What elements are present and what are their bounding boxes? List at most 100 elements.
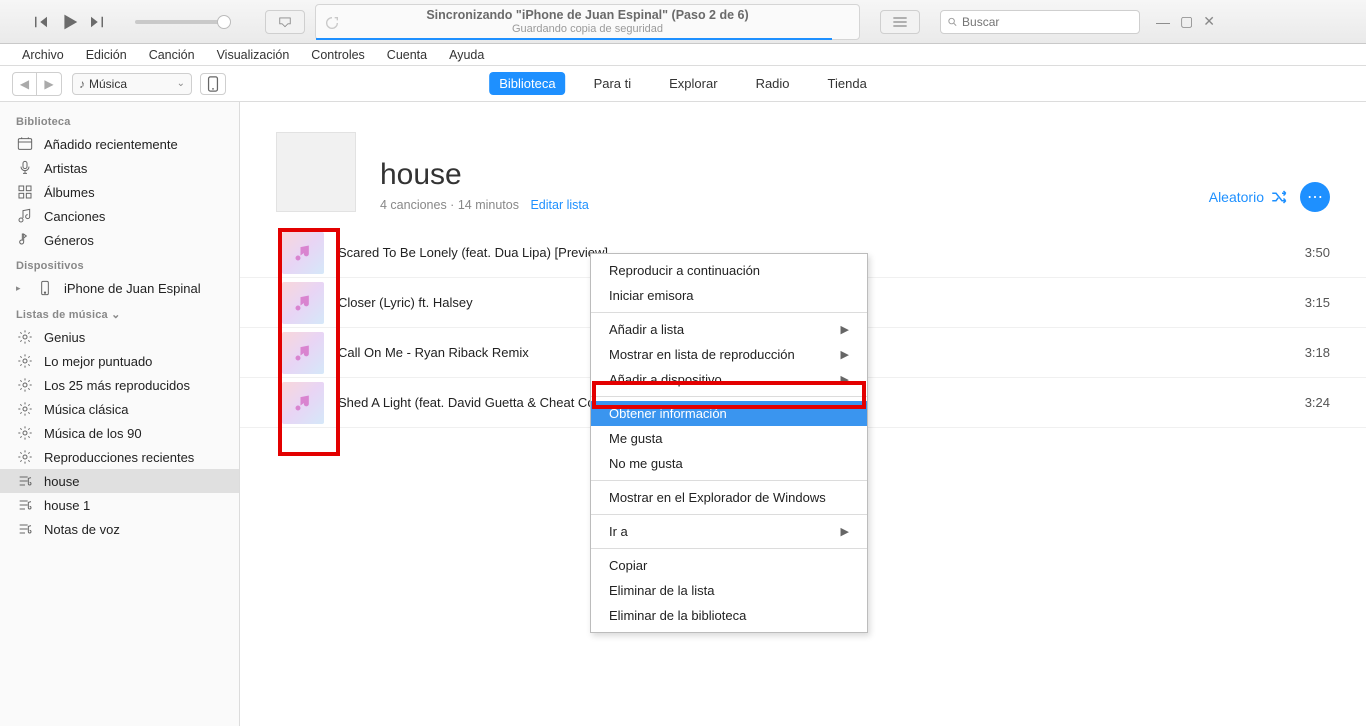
context-item-label: Añadir a lista — [609, 322, 684, 337]
tab-explorar[interactable]: Explorar — [659, 72, 727, 95]
sidebar-header-library: Biblioteca — [0, 108, 239, 132]
tab-biblioteca[interactable]: Biblioteca — [489, 72, 565, 95]
context-item-iniciar-emisora[interactable]: Iniciar emisora — [591, 283, 867, 308]
sidebar-library-artistas[interactable]: Artistas — [0, 156, 239, 180]
song-title: Call On Me - Ryan Riback Remix — [338, 345, 529, 360]
sidebar-library-géneros[interactable]: Géneros — [0, 228, 239, 252]
context-item-añadir-a-lista[interactable]: Añadir a lista▶ — [591, 317, 867, 342]
device-button[interactable] — [200, 73, 226, 95]
volume-slider[interactable] — [135, 20, 225, 24]
sync-progress — [316, 38, 832, 40]
menu-controles[interactable]: Controles — [301, 46, 375, 64]
sidebar-item-label: Reproducciones recientes — [44, 450, 194, 465]
sidebar-item-label: Lo mejor puntuado — [44, 354, 152, 369]
edit-playlist-link[interactable]: Editar lista — [530, 198, 588, 212]
context-item-copiar[interactable]: Copiar — [591, 553, 867, 578]
context-item-label: Mostrar en lista de reproducción — [609, 347, 795, 362]
window-controls: — ▢ ✕ — [1156, 13, 1215, 30]
tab-radio[interactable]: Radio — [746, 72, 800, 95]
context-item-me-gusta[interactable]: Me gusta — [591, 426, 867, 451]
playlist-title: house — [380, 158, 589, 192]
sidebar-playlist-house[interactable]: house — [0, 469, 239, 493]
sidebar-item-label: Géneros — [44, 233, 94, 248]
more-button[interactable]: ⋯ — [1300, 182, 1330, 212]
sidebar-library-canciones[interactable]: Canciones — [0, 204, 239, 228]
status-lcd: Sincronizando "iPhone de Juan Espinal" (… — [315, 4, 860, 40]
context-item-eliminar-de-la-biblioteca[interactable]: Eliminar de la biblioteca — [591, 603, 867, 628]
sidebar-playlist-los-25-más-reproducidos[interactable]: Los 25 más reproducidos — [0, 373, 239, 397]
search-input[interactable] — [962, 15, 1133, 29]
close-button[interactable]: ✕ — [1203, 13, 1215, 30]
sidebar-item-label: Música clásica — [44, 402, 129, 417]
context-item-mostrar-en-lista-de-reproducción[interactable]: Mostrar en lista de reproducción▶ — [591, 342, 867, 367]
tab-para ti[interactable]: Para ti — [584, 72, 642, 95]
tab-tienda[interactable]: Tienda — [818, 72, 877, 95]
gear-icon — [16, 425, 34, 441]
sidebar-playlist-house-1[interactable]: house 1 — [0, 493, 239, 517]
context-item-label: Copiar — [609, 558, 647, 573]
sidebar-playlist-reproducciones-recientes[interactable]: Reproducciones recientes — [0, 445, 239, 469]
minimize-button[interactable]: — — [1156, 14, 1170, 30]
prev-button[interactable] — [28, 11, 54, 33]
sidebar-item-label: Canciones — [44, 209, 105, 224]
menu-visualización[interactable]: Visualización — [207, 46, 300, 64]
sidebar-item-label: house — [44, 474, 79, 489]
sidebar-playlist-notas-de-voz[interactable]: Notas de voz — [0, 517, 239, 541]
submenu-arrow-icon: ▶ — [841, 373, 849, 386]
next-button[interactable] — [84, 11, 110, 33]
disclosure-icon[interactable]: ▸ — [16, 283, 26, 294]
sidebar-item-label: Notas de voz — [44, 522, 120, 537]
menu-ayuda[interactable]: Ayuda — [439, 46, 494, 64]
forward-button[interactable]: ▶ — [37, 73, 61, 95]
playback-controls — [0, 11, 110, 33]
shuffle-button[interactable]: Aleatorio — [1209, 188, 1288, 206]
sidebar-playlist-lo-mejor-puntuado[interactable]: Lo mejor puntuado — [0, 349, 239, 373]
context-separator — [591, 480, 867, 481]
song-duration: 3:24 — [1305, 395, 1330, 410]
context-item-label: Ir a — [609, 524, 628, 539]
search-icon — [947, 16, 958, 28]
context-item-reproducir-a-continuación[interactable]: Reproducir a continuación — [591, 258, 867, 283]
gear-icon — [16, 353, 34, 369]
play-button[interactable] — [56, 11, 82, 33]
sidebar-library-álbumes[interactable]: Álbumes — [0, 180, 239, 204]
album-icon — [16, 184, 34, 200]
context-item-mostrar-en-el-explorador-de-windows[interactable]: Mostrar en el Explorador de Windows — [591, 485, 867, 510]
source-selector[interactable]: ♪ Música ⌄ — [72, 73, 192, 95]
airplay-button[interactable] — [265, 10, 305, 34]
sidebar-playlist-música-clásica[interactable]: Música clásica — [0, 397, 239, 421]
sidebar-item-label: iPhone de Juan Espinal — [64, 281, 201, 296]
chevron-down-icon[interactable]: ⌄ — [111, 309, 120, 321]
up-next-button[interactable] — [880, 10, 920, 34]
sidebar-playlist-música-de-los-90[interactable]: Música de los 90 — [0, 421, 239, 445]
context-separator — [591, 396, 867, 397]
back-button[interactable]: ◀ — [13, 73, 37, 95]
context-item-eliminar-de-la-lista[interactable]: Eliminar de la lista — [591, 578, 867, 603]
phone-icon — [207, 76, 219, 92]
menu-canción[interactable]: Canción — [139, 46, 205, 64]
song-title: Closer (Lyric) ft. Halsey — [338, 295, 473, 310]
context-item-label: No me gusta — [609, 456, 683, 471]
song-duration: 3:15 — [1305, 295, 1330, 310]
song-duration: 3:18 — [1305, 345, 1330, 360]
menu-edición[interactable]: Edición — [76, 46, 137, 64]
sidebar-playlist-genius[interactable]: Genius — [0, 325, 239, 349]
context-item-no-me-gusta[interactable]: No me gusta — [591, 451, 867, 476]
menu-archivo[interactable]: Archivo — [12, 46, 74, 64]
sidebar: Biblioteca Añadido recientementeArtistas… — [0, 102, 240, 726]
chevron-updown-icon: ⌄ — [177, 78, 185, 89]
context-item-ir-a[interactable]: Ir a▶ — [591, 519, 867, 544]
context-menu: Reproducir a continuaciónIniciar emisora… — [590, 253, 868, 633]
gear-icon — [16, 329, 34, 345]
sidebar-item-label: Álbumes — [44, 185, 95, 200]
menu-cuenta[interactable]: Cuenta — [377, 46, 437, 64]
sidebar-device-iphone-de-juan-espinal[interactable]: ▸ iPhone de Juan Espinal — [0, 276, 239, 300]
context-item-label: Me gusta — [609, 431, 662, 446]
maximize-button[interactable]: ▢ — [1180, 13, 1193, 30]
song-artwork — [282, 282, 324, 324]
search-field[interactable] — [940, 10, 1140, 34]
context-item-añadir-a-dispositivo[interactable]: Añadir a dispositivo▶ — [591, 367, 867, 392]
sidebar-library-añadido-recientemente[interactable]: Añadido recientemente — [0, 132, 239, 156]
song-title: Scared To Be Lonely (feat. Dua Lipa) [Pr… — [338, 245, 608, 260]
context-item-obtener-información[interactable]: Obtener información — [591, 401, 867, 426]
